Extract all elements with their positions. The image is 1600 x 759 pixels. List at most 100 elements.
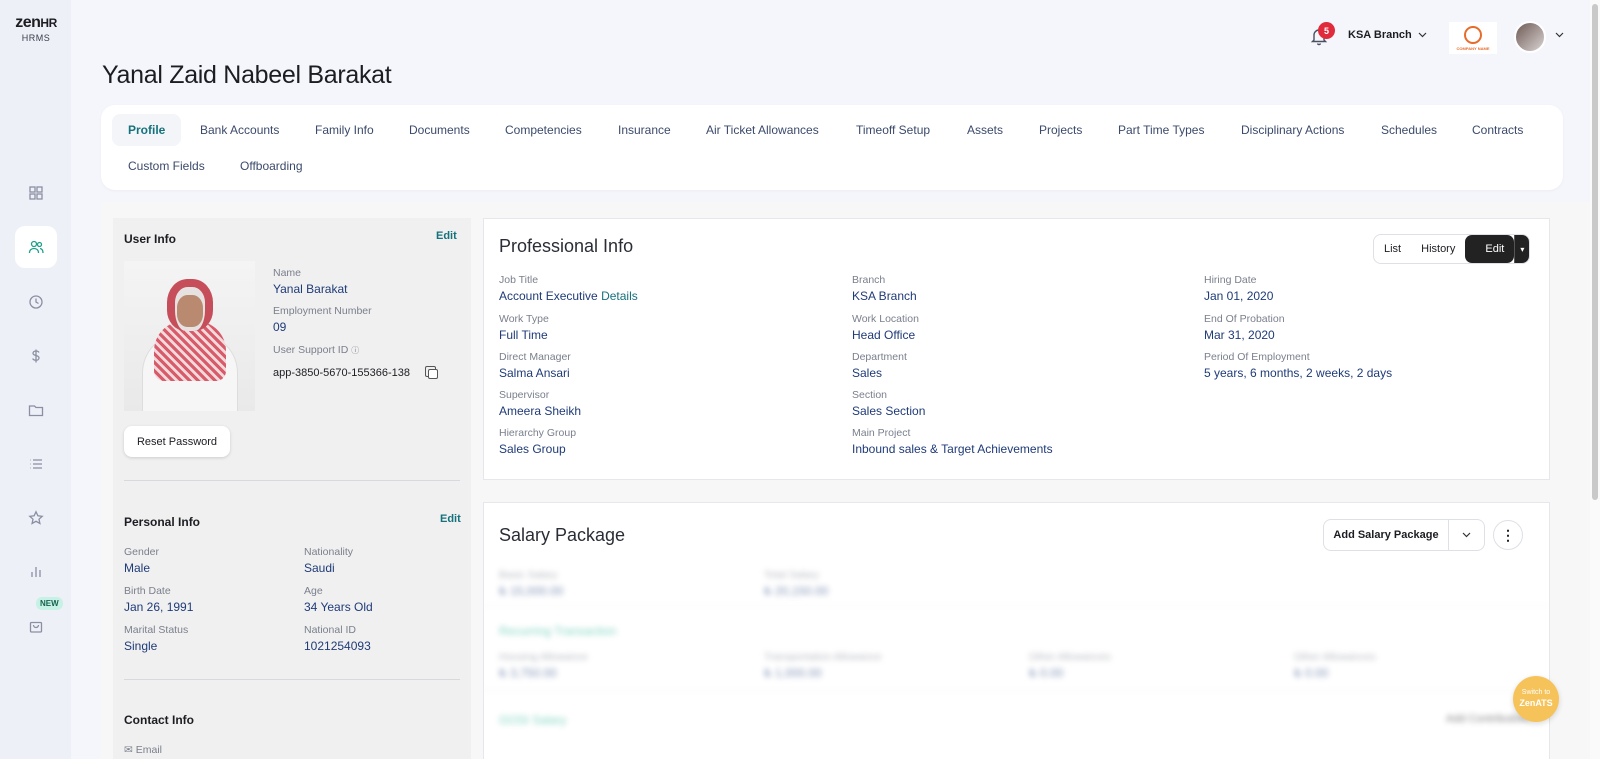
history-button[interactable]: History	[1411, 235, 1465, 263]
salary-dropdown-chevron-icon[interactable]	[1449, 519, 1485, 551]
bag-icon[interactable]	[15, 605, 57, 647]
tab-insurance[interactable]: Insurance	[618, 114, 671, 146]
tab-projects[interactable]: Projects	[1039, 114, 1082, 146]
nationality-label: Nationality	[304, 546, 354, 558]
user-avatar[interactable]	[1514, 21, 1546, 53]
email-label-text: Email	[135, 744, 162, 756]
work-type-value: Full Time	[499, 328, 548, 342]
work-location-label: Work Location	[852, 313, 919, 325]
tab-family-info[interactable]: Family Info	[315, 114, 374, 146]
list-icon[interactable]	[15, 443, 57, 485]
other-allowances-label-2: Other Allowances	[1294, 651, 1376, 663]
tab-part-time-types[interactable]: Part Time Types	[1118, 114, 1204, 146]
tab-disciplinary-actions[interactable]: Disciplinary Actions	[1241, 114, 1344, 146]
hiring-date-value: Jan 01, 2020	[1204, 289, 1274, 303]
people-icon[interactable]	[15, 226, 57, 268]
folder-icon[interactable]	[15, 389, 57, 431]
list-button[interactable]: List	[1374, 235, 1411, 263]
fab-line1: Switch to	[1521, 689, 1551, 697]
dollar-icon[interactable]	[15, 335, 57, 377]
employment-number-value: 09	[273, 320, 287, 334]
hierarchy-group-label: Hierarchy Group	[499, 427, 577, 439]
hierarchy-group-value: Sales Group	[499, 442, 566, 456]
info-icon: ⓘ	[351, 346, 360, 355]
add-salary-package-button[interactable]: Add Salary Package	[1323, 519, 1449, 551]
age-label: Age	[304, 585, 323, 597]
user-support-id-label-text: User Support ID	[273, 344, 349, 356]
name-label: Name	[273, 267, 302, 279]
logo-main: zen	[15, 14, 41, 31]
period-of-employment-label: Period Of Employment	[1204, 351, 1310, 363]
employee-photo	[124, 261, 255, 411]
user-info-edit-link[interactable]: Edit	[436, 230, 457, 242]
gender-label: Gender	[124, 546, 160, 558]
tab-offboarding[interactable]: Offboarding	[240, 150, 303, 182]
birth-date-label: Birth Date	[124, 585, 171, 597]
user-info-title: User Info	[124, 232, 177, 246]
period-of-employment-value: 5 years, 6 months, 2 weeks, 2 days	[1204, 366, 1393, 380]
contact-info-title: Contact Info	[124, 713, 194, 727]
page-scrollbar[interactable]	[1590, 0, 1600, 759]
professional-actions: List History Edit ▾	[1373, 234, 1531, 264]
section-label: Section	[852, 389, 888, 401]
globe-icon	[1464, 25, 1482, 44]
tab-competencies[interactable]: Competencies	[505, 114, 582, 146]
divider	[124, 480, 460, 481]
housing-allowance-value: ₺ 3,750.00	[499, 666, 557, 680]
tab-custom-fields[interactable]: Custom Fields	[128, 150, 205, 182]
marital-status-value: Single	[124, 639, 158, 653]
national-id-label: National ID	[304, 624, 356, 636]
work-location-value: Head Office	[852, 328, 916, 342]
basic-salary-label: Basic Salary	[499, 569, 558, 581]
tab-air-ticket-allowances[interactable]: Air Ticket Allowances	[706, 114, 819, 146]
dashboard-icon[interactable]	[15, 172, 57, 214]
company-logo[interactable]: COMPANY NAME	[1449, 22, 1497, 54]
tab-assets[interactable]: Assets	[967, 114, 1003, 146]
end-of-probation-value: Mar 31, 2020	[1204, 328, 1275, 342]
other-allowances-value-2: ₺ 0.00	[1294, 666, 1329, 680]
notification-count-badge: 5	[1318, 22, 1335, 39]
national-id-value: 1021254093	[304, 639, 371, 653]
job-details-link[interactable]: Details	[601, 289, 638, 303]
supervisor-label: Supervisor	[499, 389, 550, 401]
chevron-down-icon[interactable]	[1555, 30, 1564, 41]
total-salary-label: Total Salary	[764, 569, 819, 581]
logo-subtitle: HRMS	[21, 33, 51, 43]
tab-contracts[interactable]: Contracts	[1472, 114, 1523, 146]
divider	[484, 690, 1549, 691]
reset-password-button[interactable]: Reset Password	[124, 426, 230, 457]
branch-selector[interactable]: KSA Branch	[1348, 29, 1427, 41]
tab-schedules[interactable]: Schedules	[1381, 114, 1437, 146]
fab-line2: ZenATS	[1519, 697, 1553, 708]
tab-profile[interactable]: Profile	[112, 114, 182, 146]
personal-info-edit-link[interactable]: Edit	[440, 513, 461, 525]
edit-button[interactable]: Edit	[1465, 235, 1515, 263]
zenhr-logo[interactable]: zenHR HRMS	[10, 14, 62, 43]
tab-timeoff-setup[interactable]: Timeoff Setup	[856, 114, 930, 146]
age-value: 34 Years Old	[304, 600, 373, 614]
more-options-icon[interactable]: ⋮	[1493, 520, 1523, 550]
personal-info-title: Personal Info	[124, 515, 201, 529]
add-contribution-button[interactable]: Add Contribution	[1446, 713, 1528, 725]
chart-icon[interactable]	[15, 551, 57, 593]
switch-to-zenats-button[interactable]: Switch to ZenATS	[1513, 676, 1559, 722]
gender-value: Male	[124, 561, 151, 575]
hiring-date-label: Hiring Date	[1204, 274, 1257, 286]
direct-manager-value: Salma Ansari	[499, 366, 570, 380]
star-icon[interactable]	[15, 497, 57, 539]
main-project-value: Inbound sales & Target Achievements	[852, 442, 1053, 456]
company-logo-text: COMPANY NAME	[1456, 45, 1490, 51]
clock-icon[interactable]	[15, 281, 57, 323]
section-value: Sales Section	[852, 404, 926, 418]
job-title-value: Account Executive Details	[499, 289, 638, 303]
user-support-id-label: User Support ID ⓘ	[273, 344, 359, 356]
marital-status-label: Marital Status	[124, 624, 189, 636]
tab-documents[interactable]: Documents	[409, 114, 470, 146]
scrollbar-thumb[interactable]	[1592, 4, 1598, 500]
edit-dropdown-caret-icon[interactable]: ▾	[1514, 235, 1530, 263]
department-label: Department	[852, 351, 907, 363]
copy-icon[interactable]	[425, 366, 438, 379]
main-project-label: Main Project	[852, 427, 911, 439]
tab-bank-accounts[interactable]: Bank Accounts	[200, 114, 279, 146]
basic-salary-value: ₺ 15,000.00	[499, 584, 564, 598]
